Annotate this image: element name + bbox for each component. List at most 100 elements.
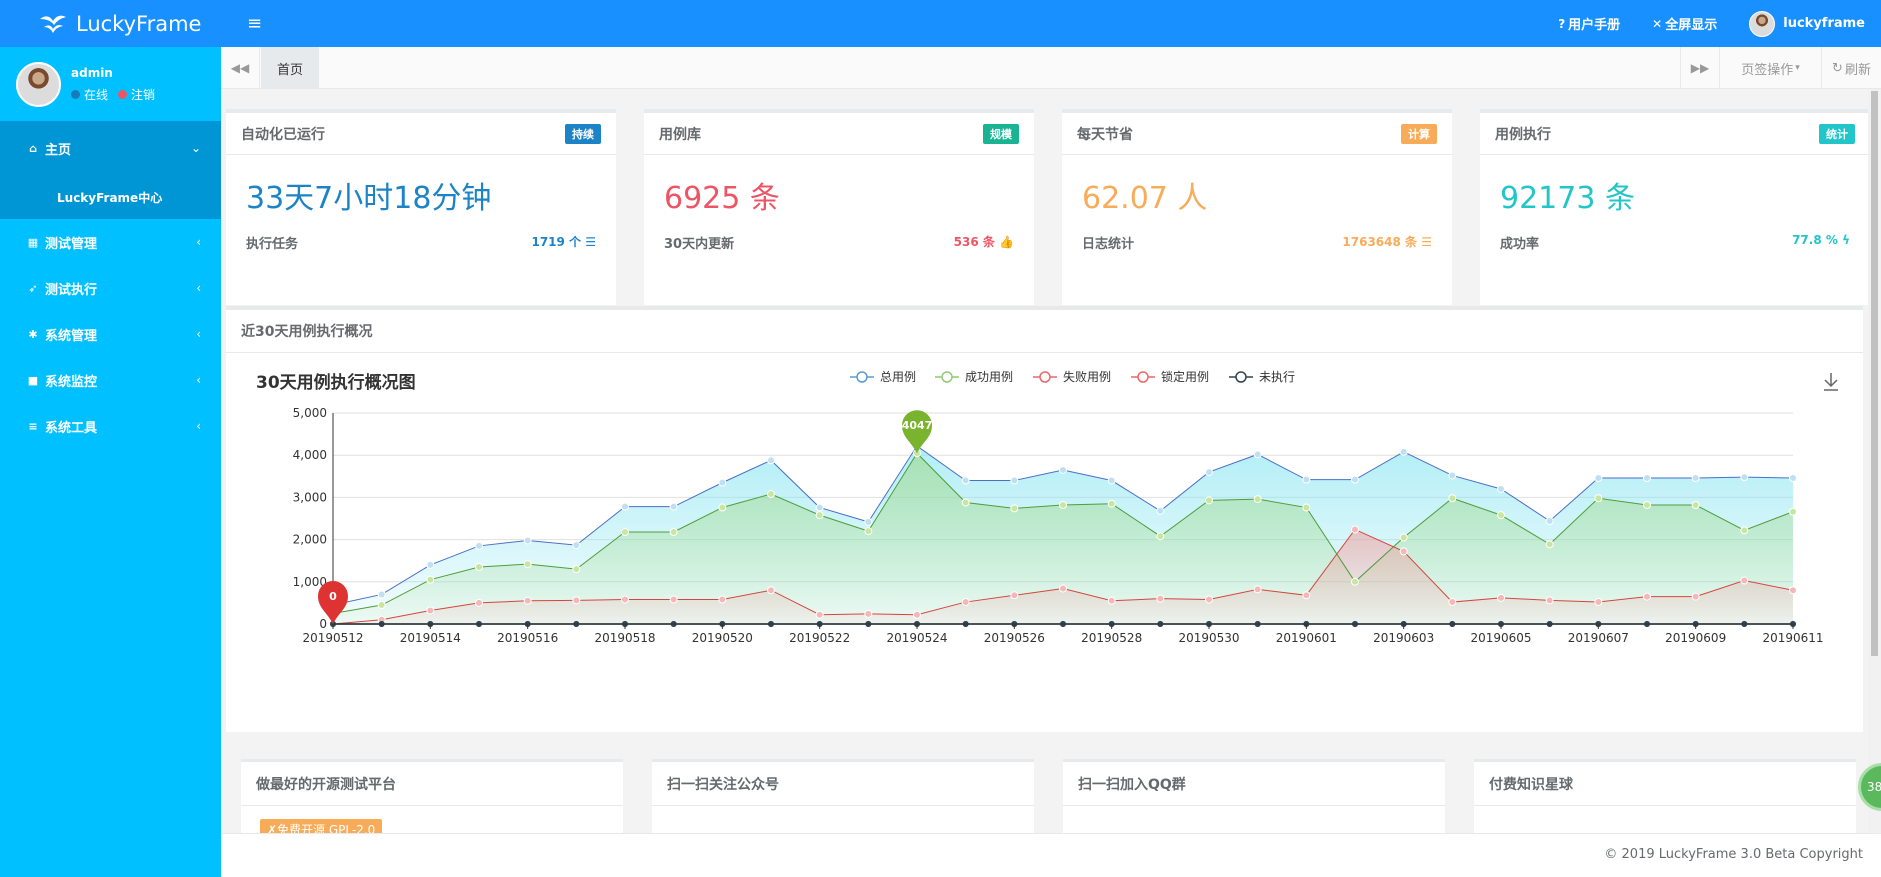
data-point [426,575,435,584]
bolt-icon: ϟ [1842,233,1850,247]
user-manual-link[interactable]: ? 用户手册 [1558,14,1621,34]
logout-link[interactable]: 注销 [131,86,155,103]
x-tick-label: 20190526 [984,631,1045,645]
data-point [767,490,775,499]
chevron-left-icon: ‹ [196,235,201,249]
data-point [1643,473,1651,482]
user-manual-label: 用户手册 [1568,18,1621,33]
data-point [1302,503,1311,512]
bottom-card-title: 扫一扫关注公众号 [652,762,1034,806]
x-tick-label: 20190516 [497,631,558,645]
data-point [1059,465,1067,474]
data-point [1594,494,1603,503]
stat-value: 6925 条 [664,181,780,216]
data-point [1643,500,1651,509]
sidebar-item-system-monitor[interactable]: ■ 系统监控 ‹ [0,357,221,403]
sidebar-item-label: 系统工具 [45,420,98,436]
data-point [572,596,581,605]
data-point [1545,517,1554,526]
data-point [621,595,629,604]
data-point [669,502,678,511]
data-point [1691,473,1700,482]
footer: © 2019 LuckyFrame 3.0 Beta Copyright [221,833,1881,877]
data-point [523,560,532,569]
avatar[interactable] [16,61,61,107]
data-point [864,609,873,618]
bottom-card-wechat: 扫一扫关注公众号 [652,759,1034,833]
brand-name[interactable]: LuckyFrame [76,12,201,36]
data-point [815,610,824,619]
logo-bar: LuckyFrame [0,0,221,47]
data-point [475,563,483,572]
stat-value: 33天7小时18分钟 [246,181,492,216]
page-scrollbar[interactable] [1868,89,1881,833]
tab-home[interactable]: 首页 [261,47,319,89]
marker-label: 4047 [902,419,933,432]
sidebar-item-home[interactable]: ⌂ 主页 ⌄ [0,121,221,175]
data-point [572,565,581,574]
sidebar-item-test-execution[interactable]: ➶ 测试执行 ‹ [0,265,221,311]
user-name[interactable]: admin [71,66,155,80]
data-point [1302,475,1311,484]
stat-title: 自动化已运行 [241,126,325,143]
data-point [864,527,873,536]
data-point [961,498,970,507]
download-icon[interactable] [1824,373,1838,391]
double-chevron-left-icon: ◀◀ [230,61,250,75]
chevron-left-icon: ‹ [196,281,201,295]
bottom-card-knowledge-planet: 付费知识星球 [1474,759,1856,833]
data-point [1448,471,1457,480]
license-badge: ✗免费开源 GPL-2.0 [260,819,383,833]
tab-refresh-button[interactable]: ↻ 刷新 [1821,47,1881,89]
sidebar-item-system-tools[interactable]: ≡ 系统工具 ‹ [0,403,221,449]
logout-icon[interactable] [118,89,128,99]
tasks-icon: ☰ [585,235,596,249]
sidebar-subitem-center[interactable]: LuckyFrame中心 [0,175,221,219]
data-point [961,598,970,607]
data-point [1107,596,1116,605]
data-point [426,606,435,615]
tab-scroll-right-button[interactable]: ▶▶ [1680,47,1719,89]
grid-icon: ▦ [27,235,39,249]
stat-card-runtime: 自动化已运行 持续 33天7小时18分钟 执行任务 1719 个 ☰ [226,109,616,305]
sidebar-item-test-management[interactable]: ▦ 测试管理 ‹ [0,219,221,265]
data-point [1594,598,1603,607]
user-profile: admin 在线 注销 [0,47,221,121]
status-badge: 持续 [565,123,601,144]
data-point [1497,511,1505,520]
stat-value: 62.07 人 [1082,181,1208,216]
scrollbar-thumb[interactable] [1871,91,1878,656]
stat-title: 每天节省 [1077,126,1133,143]
top-header: ≡ ? 用户手册 ✕ 全屏显示 luckyframe [221,0,1881,47]
list-icon: ≡ [28,419,38,433]
data-point [1107,499,1116,508]
sidebar-item-system-management[interactable]: ✱ 系统管理 ‹ [0,311,221,357]
question-icon: ? [1558,16,1566,31]
sidebar-item-label: 测试管理 [45,236,98,252]
stat-foot-label: 成功率 [1500,237,1540,252]
data-point [1740,576,1749,585]
data-point [377,601,386,610]
fullscreen-link[interactable]: ✕ 全屏显示 [1652,14,1717,34]
tab-scroll-left-button[interactable]: ◀◀ [221,47,260,89]
user-menu[interactable]: luckyframe [1749,10,1865,37]
rocket-icon: ➶ [28,281,38,295]
data-point [1643,592,1651,601]
marker-label: 0 [329,590,337,603]
tab-refresh-label: 刷新 [1844,62,1871,78]
y-tick-label: 2,000 [293,533,327,547]
chevron-left-icon: ‹ [196,419,201,433]
home-icon: ⌂ [29,141,37,155]
bottom-card-title: 扫一扫加入QQ群 [1063,762,1445,806]
x-tick-label: 20190512 [302,631,363,645]
data-point [1205,468,1213,477]
tab-operations-dropdown[interactable]: 页签操作 ▾ [1719,47,1821,89]
chart-panel: 近30天用例执行概况 30天用例执行概况图 总用例 成功用例 失败用例 锁定用例 未执行 0… [226,306,1863,732]
legend-item: 成功用例 [965,370,1013,384]
x-tick-label: 20190601 [1276,631,1337,645]
stat-card-case-execution: 用例执行 统计 92173 条 成功率 77.8 % ϟ [1480,109,1868,305]
data-point [1497,593,1505,602]
legend-item: 总用例 [880,370,916,384]
stat-card-case-library: 用例库 规模 6925 条 30天内更新 536 条 👍 [644,109,1034,305]
menu-toggle-icon[interactable]: ≡ [247,13,262,34]
